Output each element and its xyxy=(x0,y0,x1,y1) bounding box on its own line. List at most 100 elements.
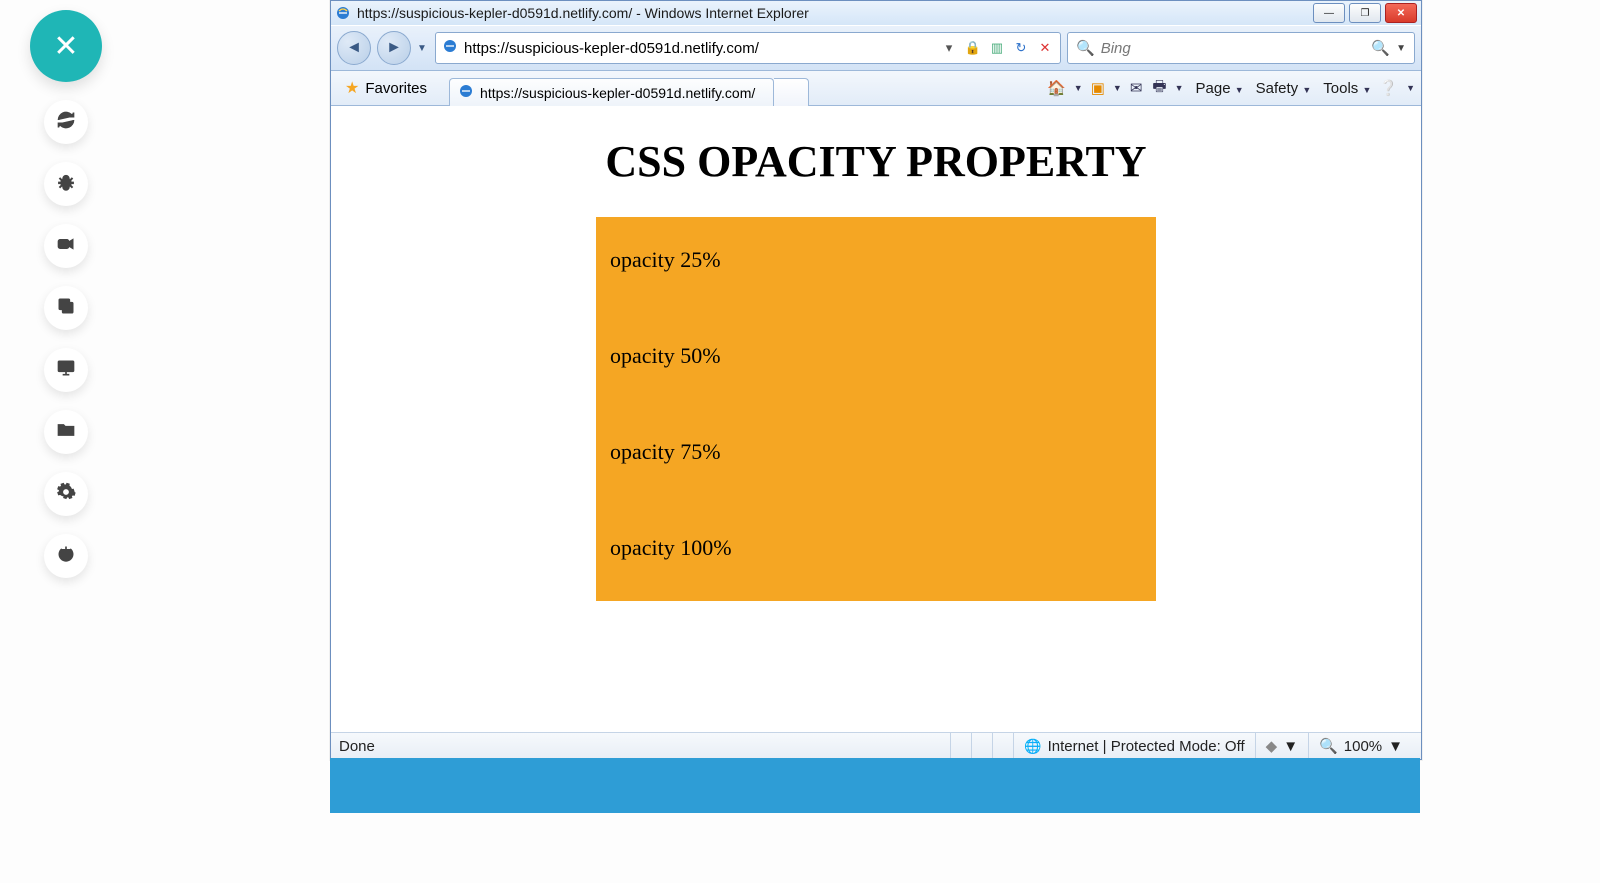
nav-forward-button[interactable]: ► xyxy=(377,31,411,65)
opacity-line: opacity 75% xyxy=(610,439,1142,465)
tools-menu-label: Tools xyxy=(1323,80,1358,97)
window-maximize-button[interactable]: ❐ xyxy=(1349,3,1381,23)
home-dropdown[interactable]: ▼ xyxy=(1074,83,1083,93)
protected-mode-dropdown[interactable]: ▼ xyxy=(1283,738,1298,755)
sidebar-folder-button[interactable] xyxy=(44,410,88,454)
nav-bar: ◄ ► ▼ https://suspicious-kepler-d0591d.n… xyxy=(331,25,1421,71)
window-title-bar[interactable]: https://suspicious-kepler-d0591d.netlify… xyxy=(331,1,1421,25)
window-minimize-button[interactable]: — xyxy=(1313,3,1345,23)
favorites-button[interactable]: ★ Favorites xyxy=(337,76,435,100)
copy-icon xyxy=(56,296,76,321)
security-zone[interactable]: 🌐 Internet | Protected Mode: Off xyxy=(1013,733,1255,759)
close-session-button[interactable]: ✕ xyxy=(30,10,102,82)
print-dropdown[interactable]: ▼ xyxy=(1175,83,1184,93)
help-dropdown[interactable]: ▼ xyxy=(1406,83,1415,93)
star-icon: ★ xyxy=(345,78,359,98)
status-seg-empty3 xyxy=(992,733,1013,759)
address-dropdown[interactable]: ▾ xyxy=(940,40,958,56)
shield-icon: ◆ xyxy=(1266,737,1278,755)
tools-menu[interactable]: Tools ▼ xyxy=(1317,80,1371,97)
new-tab-button[interactable] xyxy=(774,78,809,107)
favorites-bar: ★ Favorites https://suspicious-kepler-d0… xyxy=(331,71,1421,106)
tab-title: https://suspicious-kepler-d0591d.netlify… xyxy=(480,85,755,101)
close-icon: ✕ xyxy=(53,29,78,64)
minimize-icon: — xyxy=(1324,8,1334,19)
tab-favicon-icon xyxy=(458,83,474,102)
nav-back-button[interactable]: ◄ xyxy=(337,31,371,65)
page-menu[interactable]: Page ▼ xyxy=(1190,80,1244,97)
close-icon: ✕ xyxy=(1397,8,1405,19)
ie-logo-icon xyxy=(335,5,351,21)
maximize-icon: ❐ xyxy=(1361,8,1370,19)
status-seg-empty1 xyxy=(950,733,971,759)
compat-view-button[interactable]: ▥ xyxy=(988,40,1006,56)
sidebar-refresh-button[interactable] xyxy=(44,100,88,144)
help-icon: ❔ xyxy=(1379,80,1398,97)
status-text: Done xyxy=(339,738,375,755)
arrow-right-icon: ► xyxy=(386,39,402,57)
bug-icon xyxy=(56,172,76,197)
arrow-left-icon: ◄ xyxy=(346,39,362,57)
window-close-button[interactable]: ✕ xyxy=(1385,3,1417,23)
opacity-line: opacity 100% xyxy=(610,535,1142,561)
sidebar-video-button[interactable] xyxy=(44,224,88,268)
address-url-text: https://suspicious-kepler-d0591d.netlify… xyxy=(464,40,934,57)
refresh-button[interactable]: ↻ xyxy=(1012,40,1030,56)
sidebar-bug-button[interactable] xyxy=(44,162,88,206)
refresh-icon xyxy=(56,110,76,135)
window-title-text: https://suspicious-kepler-d0591d.netlify… xyxy=(357,5,809,21)
print-button[interactable]: 🖶 xyxy=(1150,76,1168,101)
address-bar[interactable]: https://suspicious-kepler-d0591d.netlify… xyxy=(435,32,1061,64)
video-icon xyxy=(56,234,76,259)
mail-icon: ✉ xyxy=(1130,80,1143,97)
safety-menu-label: Safety xyxy=(1256,80,1299,97)
ie-window: https://suspicious-kepler-d0591d.netlify… xyxy=(330,0,1422,760)
search-go-button[interactable]: 🔍 xyxy=(1371,39,1390,57)
sidebar-power-button[interactable] xyxy=(44,534,88,578)
sidebar-copy-button[interactable] xyxy=(44,286,88,330)
feeds-button[interactable]: ▣ xyxy=(1089,79,1107,97)
gear-icon xyxy=(56,482,76,507)
security-zone-text: Internet | Protected Mode: Off xyxy=(1048,738,1245,755)
home-button[interactable]: 🏠 xyxy=(1045,79,1068,97)
nav-history-dropdown[interactable]: ▼ xyxy=(417,43,429,54)
rss-icon: ▣ xyxy=(1091,80,1105,97)
browser-tab[interactable]: https://suspicious-kepler-d0591d.netlify… xyxy=(449,78,774,107)
command-bar: 🏠 ▼ ▣ ▼ ✉ 🖶 ▼ Page ▼ Safety ▼ Tools ▼ ❔ ▼ xyxy=(1045,76,1415,101)
search-box[interactable]: 🔍 Bing 🔍 ▼ xyxy=(1067,32,1415,64)
stop-button[interactable]: ✕ xyxy=(1036,40,1054,56)
zoom-control[interactable]: 🔍 100% ▼ xyxy=(1308,733,1413,759)
search-dropdown[interactable]: ▼ xyxy=(1396,43,1406,54)
zoom-dropdown[interactable]: ▼ xyxy=(1388,738,1403,755)
page-heading: CSS OPACITY PROPERTY xyxy=(605,136,1146,187)
home-icon: 🏠 xyxy=(1047,80,1066,97)
status-seg-empty2 xyxy=(971,733,992,759)
page-menu-label: Page xyxy=(1196,80,1231,97)
help-button[interactable]: ❔ xyxy=(1377,79,1400,97)
session-sidebar: ✕ xyxy=(30,10,102,578)
protected-mode-button[interactable]: ◆ ▼ xyxy=(1255,733,1308,759)
demo-block: opacity 25% opacity 50% opacity 75% opac… xyxy=(596,217,1156,601)
favorites-label: Favorites xyxy=(365,80,427,97)
search-placeholder: Bing xyxy=(1101,40,1131,57)
power-icon xyxy=(56,544,76,569)
mail-button[interactable]: ✉ xyxy=(1128,79,1145,97)
folder-icon xyxy=(56,420,76,445)
page-viewport: CSS OPACITY PROPERTY opacity 25% opacity… xyxy=(331,106,1421,732)
task-strip xyxy=(330,758,1420,813)
sidebar-settings-button[interactable] xyxy=(44,472,88,516)
print-icon: 🖶 xyxy=(1152,78,1166,95)
safety-menu[interactable]: Safety ▼ xyxy=(1250,80,1312,97)
feeds-dropdown[interactable]: ▼ xyxy=(1113,83,1122,93)
search-icon: 🔍 xyxy=(1076,39,1095,57)
site-icon xyxy=(442,38,458,58)
opacity-line: opacity 25% xyxy=(610,247,1142,273)
opacity-line: opacity 50% xyxy=(610,343,1142,369)
zoom-text: 100% xyxy=(1344,738,1382,755)
status-bar: Done 🌐 Internet | Protected Mode: Off ◆ … xyxy=(331,732,1421,759)
zoom-icon: 🔍 xyxy=(1319,737,1338,755)
desktop-icon xyxy=(56,358,76,383)
lock-icon: 🔒 xyxy=(964,40,982,56)
globe-icon: 🌐 xyxy=(1024,738,1041,755)
sidebar-desktop-button[interactable] xyxy=(44,348,88,392)
